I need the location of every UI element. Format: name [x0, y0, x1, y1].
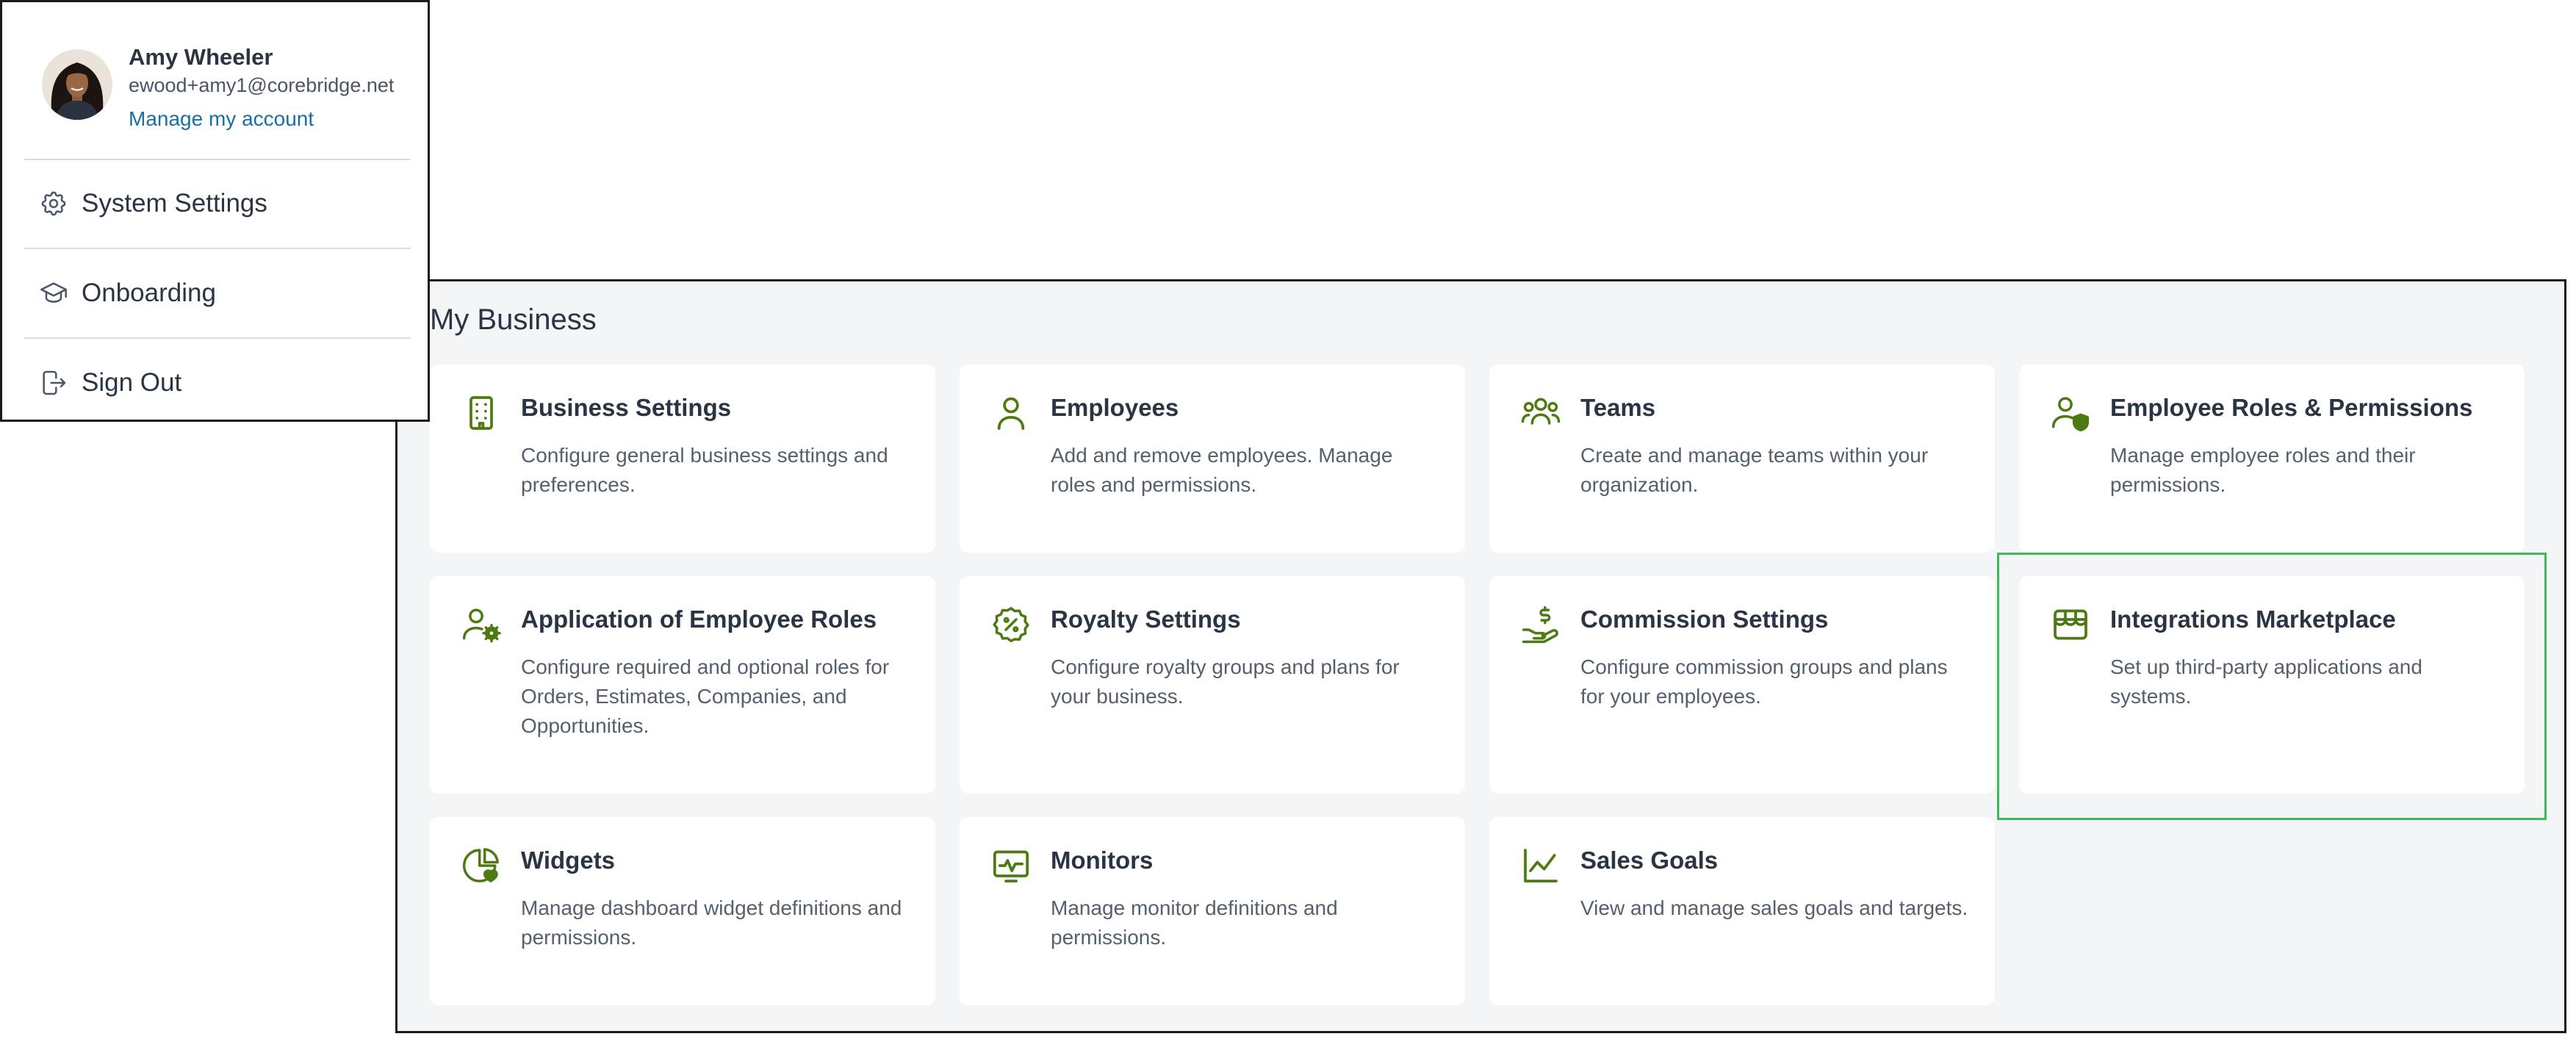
- card-description: Create and manage teams within your orga…: [1580, 444, 1929, 496]
- card-royalty-settings[interactable]: Royalty Settings Configure royalty group…: [960, 576, 1465, 794]
- menu-divider: [24, 159, 411, 160]
- user-info: Amy Wheeler ewood+amy1@corebridge.net Ma…: [129, 43, 394, 132]
- users-icon: [1520, 392, 1561, 434]
- graduation-cap-icon: [40, 282, 67, 303]
- gear-icon: [41, 191, 66, 216]
- my-business-panel: My Business Business Settings Configure …: [395, 279, 2566, 1033]
- card-description: Configure commission groups and plans fo…: [1580, 655, 1948, 708]
- card-commission-settings[interactable]: Commission Settings Configure commission…: [1489, 576, 1995, 794]
- avatar: [42, 49, 112, 120]
- card-business-settings[interactable]: Business Settings Configure general busi…: [430, 364, 935, 553]
- percent-badge-icon: [990, 604, 1032, 645]
- monitor-pulse-icon: [990, 845, 1032, 886]
- menu-item-system-settings[interactable]: System Settings: [39, 182, 267, 226]
- user-icon: [990, 392, 1032, 434]
- card-description: Add and remove employees. Manage roles a…: [1051, 444, 1393, 496]
- card-title: Teams: [1580, 394, 1656, 421]
- card-monitors[interactable]: Monitors Manage monitor definitions and …: [960, 817, 1465, 1005]
- card-title: Application of Employee Roles: [521, 606, 877, 633]
- manage-account-link[interactable]: Manage my account: [129, 107, 394, 132]
- user-email: ewood+amy1@corebridge.net: [129, 74, 395, 96]
- card-description: View and manage sales goals and targets.: [1580, 897, 1968, 919]
- card-description: Configure required and optional roles fo…: [521, 655, 890, 737]
- card-teams[interactable]: Teams Create and manage teams within you…: [1489, 364, 1995, 553]
- page-title: My Business: [430, 303, 597, 336]
- card-widgets[interactable]: Widgets Manage dashboard widget definiti…: [430, 817, 935, 1005]
- card-description: Configure royalty groups and plans for y…: [1051, 655, 1400, 708]
- card-description: Configure general business settings and …: [521, 444, 888, 496]
- card-title: Monitors: [1051, 847, 1154, 874]
- card-title: Widgets: [521, 847, 616, 874]
- card-title: Sales Goals: [1580, 847, 1719, 874]
- menu-item-label: Onboarding: [82, 279, 216, 307]
- card-title: Commission Settings: [1580, 606, 1829, 633]
- card-application-of-employee-roles[interactable]: Application of Employee Roles Configure …: [430, 576, 935, 794]
- card-sales-goals[interactable]: Sales Goals View and manage sales goals …: [1489, 817, 1995, 1005]
- menu-item-label: Sign Out: [82, 368, 182, 397]
- sign-out-icon: [43, 370, 66, 395]
- card-title: Employees: [1051, 394, 1179, 421]
- hand-dollar-icon: [1520, 604, 1561, 645]
- card-description: Manage employee roles and their permissi…: [2110, 444, 2416, 496]
- account-menu: Amy Wheeler ewood+amy1@corebridge.net Ma…: [0, 0, 430, 422]
- menu-item-sign-out[interactable]: Sign Out: [39, 361, 181, 405]
- card-employees[interactable]: Employees Add and remove employees. Mana…: [960, 364, 1465, 553]
- user-gear-icon: [461, 604, 502, 645]
- menu-item-label: System Settings: [82, 189, 267, 218]
- user-shield-icon: [2050, 392, 2091, 434]
- store-icon: [2050, 604, 2091, 645]
- building-icon: [461, 392, 502, 434]
- card-integrations-marketplace[interactable]: Integrations Marketplace Set up third-pa…: [2019, 576, 2525, 794]
- menu-item-onboarding[interactable]: Onboarding: [39, 271, 216, 315]
- card-title: Royalty Settings: [1051, 606, 1241, 633]
- pie-chart-icon: [461, 845, 502, 886]
- line-chart-icon: [1520, 845, 1561, 886]
- card-employee-roles-permissions[interactable]: Employee Roles & Permissions Manage empl…: [2019, 364, 2525, 553]
- card-title: Business Settings: [521, 394, 732, 421]
- card-description: Manage dashboard widget definitions and …: [521, 897, 902, 949]
- card-description: Set up third-party applications and syst…: [2110, 655, 2422, 708]
- card-description: Manage monitor definitions and permissio…: [1051, 897, 1338, 949]
- menu-divider: [24, 248, 411, 249]
- menu-divider: [24, 337, 411, 339]
- card-title: Integrations Marketplace: [2110, 606, 2396, 633]
- card-title: Employee Roles & Permissions: [2110, 394, 2473, 421]
- user-name: Amy Wheeler: [129, 44, 273, 70]
